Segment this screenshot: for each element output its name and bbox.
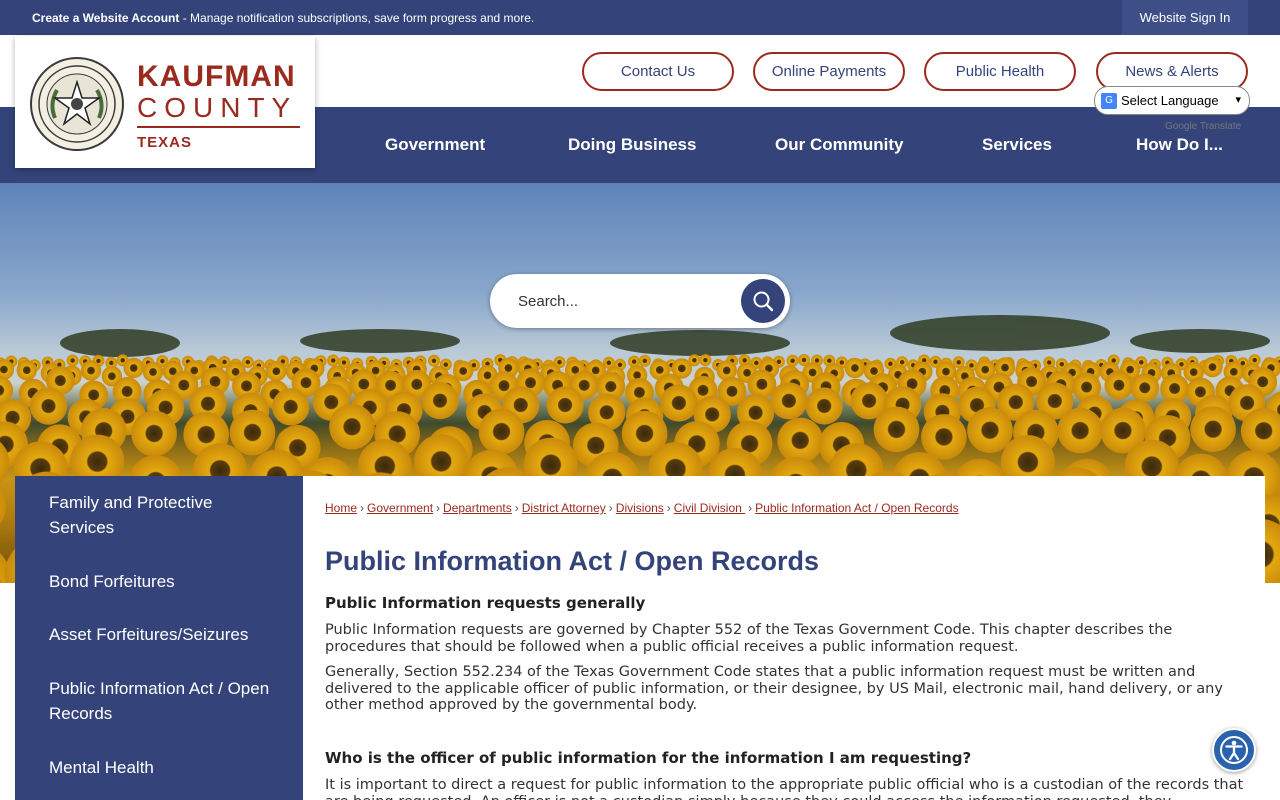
paragraph-custodian: It is important to direct a request for … [325, 777, 1244, 800]
top-utility-bar: Create a Website Account - Manage notifi… [0, 0, 1280, 35]
county-logo[interactable]: KAUFMAN COUNTY TEXAS [15, 36, 315, 168]
nav-doing-business[interactable]: Doing Business [568, 135, 696, 155]
nav-services[interactable]: Services [982, 135, 1052, 155]
sunflower [421, 382, 459, 420]
main-content: Home › Government › Departments › District Att… [303, 476, 1265, 800]
breadcrumb: Home › Government › Departments › District Att… [325, 501, 959, 515]
page-title: Public Information Act / Open Records [325, 546, 820, 576]
search-input[interactable] [518, 288, 718, 314]
sunflower [327, 354, 340, 367]
sunflower [329, 404, 375, 450]
sunflower [777, 417, 823, 464]
sunflower [1190, 406, 1236, 452]
breadcrumb-government[interactable]: Government [367, 501, 433, 515]
sunflower [229, 409, 276, 456]
sunflower [142, 361, 164, 383]
sidebar-item-mental-health[interactable]: Mental Health [49, 755, 279, 780]
breadcrumb-current[interactable]: Public Information Act / Open Records [755, 501, 958, 515]
logo-name: KAUFMAN [137, 60, 296, 93]
section-heading-officer: Who is the officer of public information… [325, 749, 972, 767]
sunflower [638, 354, 651, 367]
sunflower [123, 357, 144, 379]
language-select-label: Select Language [1121, 93, 1219, 108]
sunflower [428, 354, 440, 367]
sunflower [1202, 356, 1223, 378]
sunflower [66, 354, 79, 367]
sidebar-item-public-information[interactable]: Public Information Act / Open Records [49, 676, 279, 726]
search-icon [753, 291, 774, 312]
logo-state: TEXAS [137, 134, 193, 151]
sunflower [699, 354, 712, 367]
sunflower [1057, 407, 1103, 454]
logo-divider [137, 126, 300, 128]
create-account-link[interactable]: Create a Website Account - Manage notifi… [32, 11, 534, 25]
sunflower [266, 361, 287, 382]
logo-county: COUNTY [137, 92, 298, 123]
paragraph-section-552-234: Generally, Section 552.234 of the Texas … [325, 664, 1223, 713]
google-translate-icon: G [1101, 92, 1117, 109]
accessibility-button[interactable] [1212, 728, 1256, 772]
website-sign-in-button[interactable]: Website Sign In [1122, 0, 1248, 35]
sidebar-item-bond-forfeitures[interactable]: Bond Forfeitures [49, 569, 279, 594]
sunflower [131, 410, 177, 457]
search-button[interactable] [741, 279, 785, 323]
sunflower [1130, 373, 1160, 403]
breadcrumb-civil-division[interactable]: Civil Division [674, 501, 745, 515]
paragraph-chapter-552: Public Information requests are governed… [325, 622, 1173, 655]
powered-by-translate: Google Translate [1165, 121, 1242, 132]
site-search [490, 274, 790, 328]
sunflower [478, 408, 525, 455]
sunflower [0, 486, 7, 524]
sunflower [967, 407, 1013, 453]
sunflower [786, 354, 799, 367]
nav-how-do-i[interactable]: How Do I... [1136, 135, 1223, 155]
accessibility-icon [1220, 736, 1248, 764]
sunflower [873, 406, 920, 453]
chevron-down-icon: ▾ [1235, 94, 1241, 106]
contact-us-button[interactable]: Contact Us [582, 52, 734, 91]
breadcrumb-departments[interactable]: Departments [443, 501, 512, 515]
sidebar-item-family-protective[interactable]: Family and Protective Services [49, 490, 279, 540]
sunflower [16, 360, 37, 381]
online-payments-button[interactable]: Online Payments [753, 52, 905, 91]
breadcrumb-divisions[interactable]: Divisions [616, 501, 664, 515]
sunflower [29, 387, 68, 425]
county-seal-icon [30, 57, 124, 151]
sunflower [546, 386, 584, 424]
sunflower [805, 387, 843, 425]
sunflower [770, 382, 808, 420]
breadcrumb-district-attorney[interactable]: District Attorney [522, 501, 606, 515]
sunflower [844, 357, 866, 379]
sunflower [921, 414, 967, 460]
sunflower [660, 384, 698, 422]
sunflower [272, 388, 310, 426]
breadcrumb-home[interactable]: Home [325, 501, 357, 515]
sidebar-item-asset-forfeitures[interactable]: Asset Forfeitures/Seizures [49, 622, 279, 647]
sunflower [1104, 370, 1134, 400]
sidebar-nav: Family and Protective Services Bond Forf… [15, 476, 303, 800]
section-heading-requests: Public Information requests generally [325, 594, 646, 612]
public-health-button[interactable]: Public Health [924, 52, 1076, 91]
nav-our-community[interactable]: Our Community [775, 135, 903, 155]
sunflower [80, 360, 102, 381]
nav-government[interactable]: Government [385, 135, 485, 155]
language-select[interactable]: G Select Language ▾ [1094, 86, 1250, 115]
